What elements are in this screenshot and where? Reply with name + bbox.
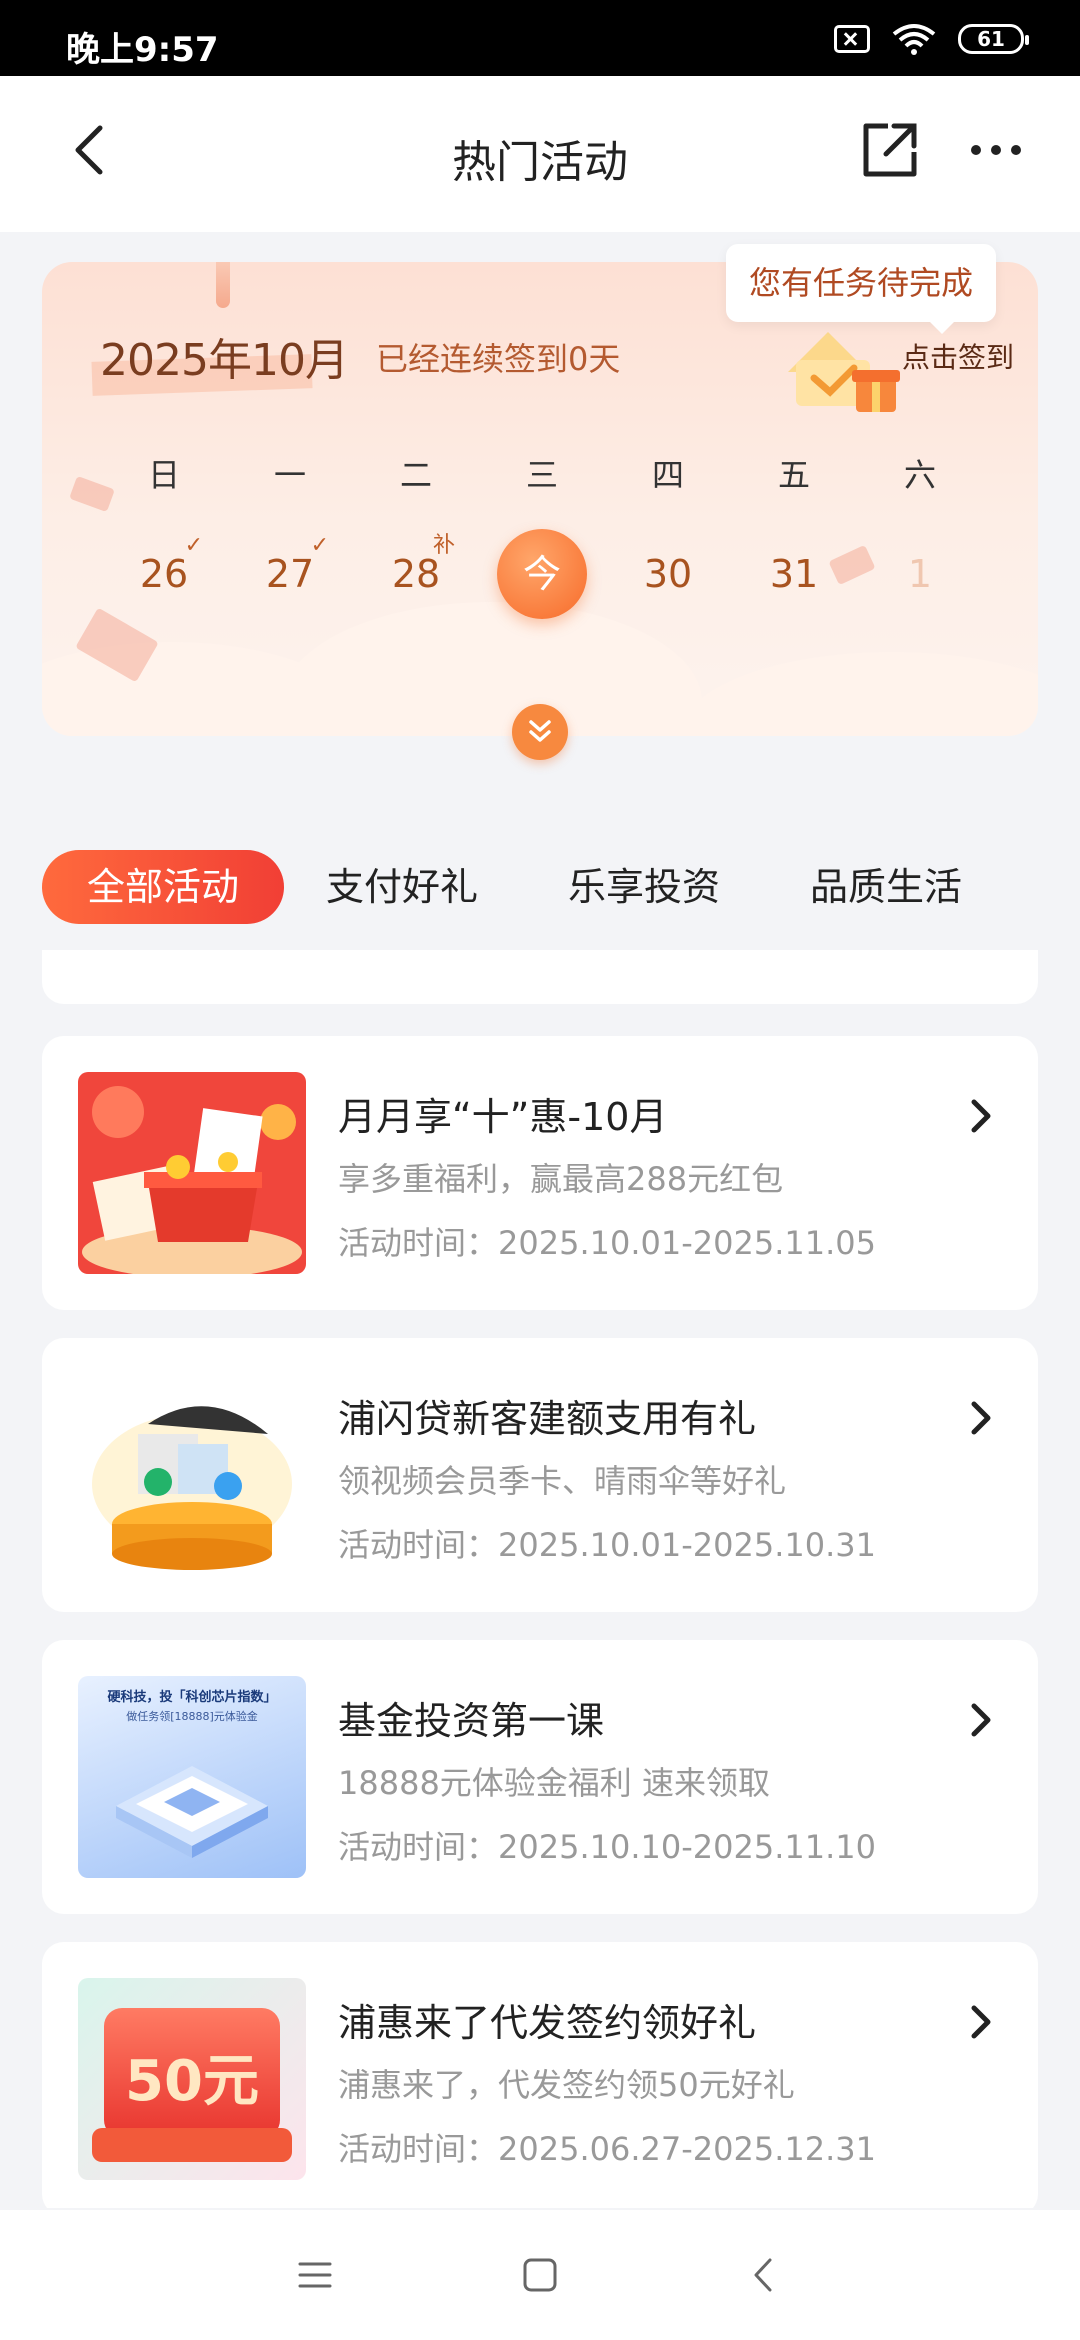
activity-time: 活动时间：2025.06.27-2025.12.31 <box>338 2130 876 2168</box>
activity-title: 浦闪贷新客建额支用有礼 <box>338 1397 757 1441</box>
tab-payment[interactable]: 支付好礼 <box>312 850 492 924</box>
calendar-day[interactable]: 28 补 <box>371 529 461 619</box>
money-decoration <box>69 475 115 513</box>
chevron-right-icon <box>971 2005 991 2039</box>
back-nav-icon[interactable] <box>740 2250 790 2300</box>
calendar-day[interactable]: 31 <box>749 529 839 619</box>
tab-investment[interactable]: 乐享投资 <box>554 850 734 924</box>
cloud-decoration <box>682 652 1038 736</box>
activity-card[interactable]: 硬科技，投「科创芯片指数」 做任务领[18888]元体验金 基金投资第一课 18… <box>42 1640 1038 1914</box>
sign-streak: 已经连续签到0天 <box>376 340 621 378</box>
status-bar: 晚上9:57 61 <box>0 0 1080 76</box>
activity-subtitle: 领视频会员季卡、晴雨伞等好礼 <box>338 1462 787 1500</box>
weekday-label: 二 <box>399 456 432 494</box>
calendar-month: 2025年10月 <box>100 335 349 386</box>
sim-off-icon <box>834 25 870 53</box>
share-icon[interactable] <box>860 120 920 180</box>
calendar-day[interactable]: 30 <box>623 529 713 619</box>
umbrella-gifts-image <box>78 1374 306 1576</box>
activity-time: 活动时间：2025.10.10-2025.11.10 <box>338 1828 876 1866</box>
tab-lifestyle[interactable]: 品质生活 <box>796 850 976 924</box>
signed-check-icon: ✓ <box>310 533 329 558</box>
weekday-label: 六 <box>903 456 936 494</box>
home-icon[interactable] <box>515 2250 565 2300</box>
activity-time: 活动时间：2025.10.01-2025.11.05 <box>338 1224 876 1262</box>
activity-title: 浦惠来了代发签约领好礼 <box>338 2001 757 2045</box>
activity-list: 月月享“十”惠-10月 享多重福利，赢最高288元红包 活动时间：2025.10… <box>0 950 1080 2208</box>
day-number: 28 <box>391 552 441 596</box>
day-number: 31 <box>769 552 819 596</box>
activity-title: 基金投资第一课 <box>338 1699 605 1743</box>
red-gift-box-image <box>78 1072 306 1274</box>
day-number: 26 <box>139 552 189 596</box>
day-number: 今 <box>522 552 561 596</box>
weekday-label: 五 <box>777 456 810 494</box>
task-tooltip[interactable]: 您有任务待完成 <box>726 244 996 334</box>
sign-in-calendar: 2025年10月 已经连续签到0天 点击签到 日 一 二 三 四 五 六 26 ✓… <box>42 262 1038 736</box>
coupon-amount: 50元 <box>125 2049 259 2114</box>
chip-icon <box>116 1766 268 1858</box>
chevron-right-icon <box>971 1703 991 1737</box>
double-chevron-down-icon <box>529 720 551 742</box>
signed-check-icon: ✓ <box>184 533 203 558</box>
system-icons: 61 <box>834 22 1029 56</box>
day-number: 27 <box>265 552 315 596</box>
activity-card-partial[interactable] <box>42 950 1038 1004</box>
weekday-label: 三 <box>525 456 558 494</box>
weekday-label: 四 <box>651 456 684 494</box>
day-number: 1 <box>907 552 933 596</box>
coupon-base <box>92 2128 292 2162</box>
cloud-decoration <box>282 602 702 736</box>
chevron-right-icon <box>971 1401 991 1435</box>
activity-title: 月月享“十”惠-10月 <box>338 1095 668 1139</box>
category-tabs: 全部活动 支付好礼 乐享投资 品质生活 <box>0 840 1080 940</box>
day-number: 30 <box>643 552 693 596</box>
calendar-day: 1 <box>875 529 965 619</box>
tab-all[interactable]: 全部活动 <box>42 850 284 924</box>
menu-icon[interactable] <box>290 2250 340 2300</box>
activity-card[interactable]: 50元 浦惠来了代发签约领好礼 浦惠来了，代发签约领50元好礼 活动时间：202… <box>42 1942 1038 2208</box>
fifty-yuan-coupon-image: 50元 <box>78 1978 306 2180</box>
gift-icon[interactable] <box>778 312 908 422</box>
expand-calendar-button[interactable] <box>512 704 568 760</box>
battery-level: 61 <box>977 27 1005 51</box>
chevron-right-icon <box>971 1099 991 1133</box>
weekday-label: 日 <box>147 456 180 494</box>
status-time: 晚上9:57 <box>66 30 219 70</box>
tap-to-sign-button[interactable]: 点击签到 <box>902 336 1014 376</box>
more-icon[interactable] <box>966 120 1026 180</box>
calendar-pin <box>216 262 230 308</box>
makeup-mark: 补 <box>432 533 455 558</box>
activity-subtitle: 18888元体验金福利 速来领取 <box>338 1764 770 1802</box>
calendar-day[interactable]: 27 ✓ <box>245 529 335 619</box>
activity-time: 活动时间：2025.10.01-2025.10.31 <box>338 1526 876 1564</box>
wifi-icon <box>892 24 936 55</box>
weekday-label: 一 <box>273 456 306 494</box>
activity-subtitle: 浦惠来了，代发签约领50元好礼 <box>338 2066 795 2104</box>
activity-card[interactable]: 月月享“十”惠-10月 享多重福利，赢最高288元红包 活动时间：2025.10… <box>42 1036 1038 1310</box>
calendar-day[interactable]: 26 ✓ <box>119 529 209 619</box>
activity-subtitle: 享多重福利，赢最高288元红包 <box>338 1160 784 1198</box>
system-nav-bar <box>0 2210 1080 2340</box>
activity-card[interactable]: 浦闪贷新客建额支用有礼 领视频会员季卡、晴雨伞等好礼 活动时间：2025.10.… <box>42 1338 1038 1612</box>
chip-platform-image: 硬科技，投「科创芯片指数」 做任务领[18888]元体验金 <box>78 1676 306 1878</box>
nav-bar: 热门活动 <box>0 76 1080 232</box>
calendar-day-today[interactable]: 今 <box>497 529 587 619</box>
battery-icon: 61 <box>958 24 1029 54</box>
